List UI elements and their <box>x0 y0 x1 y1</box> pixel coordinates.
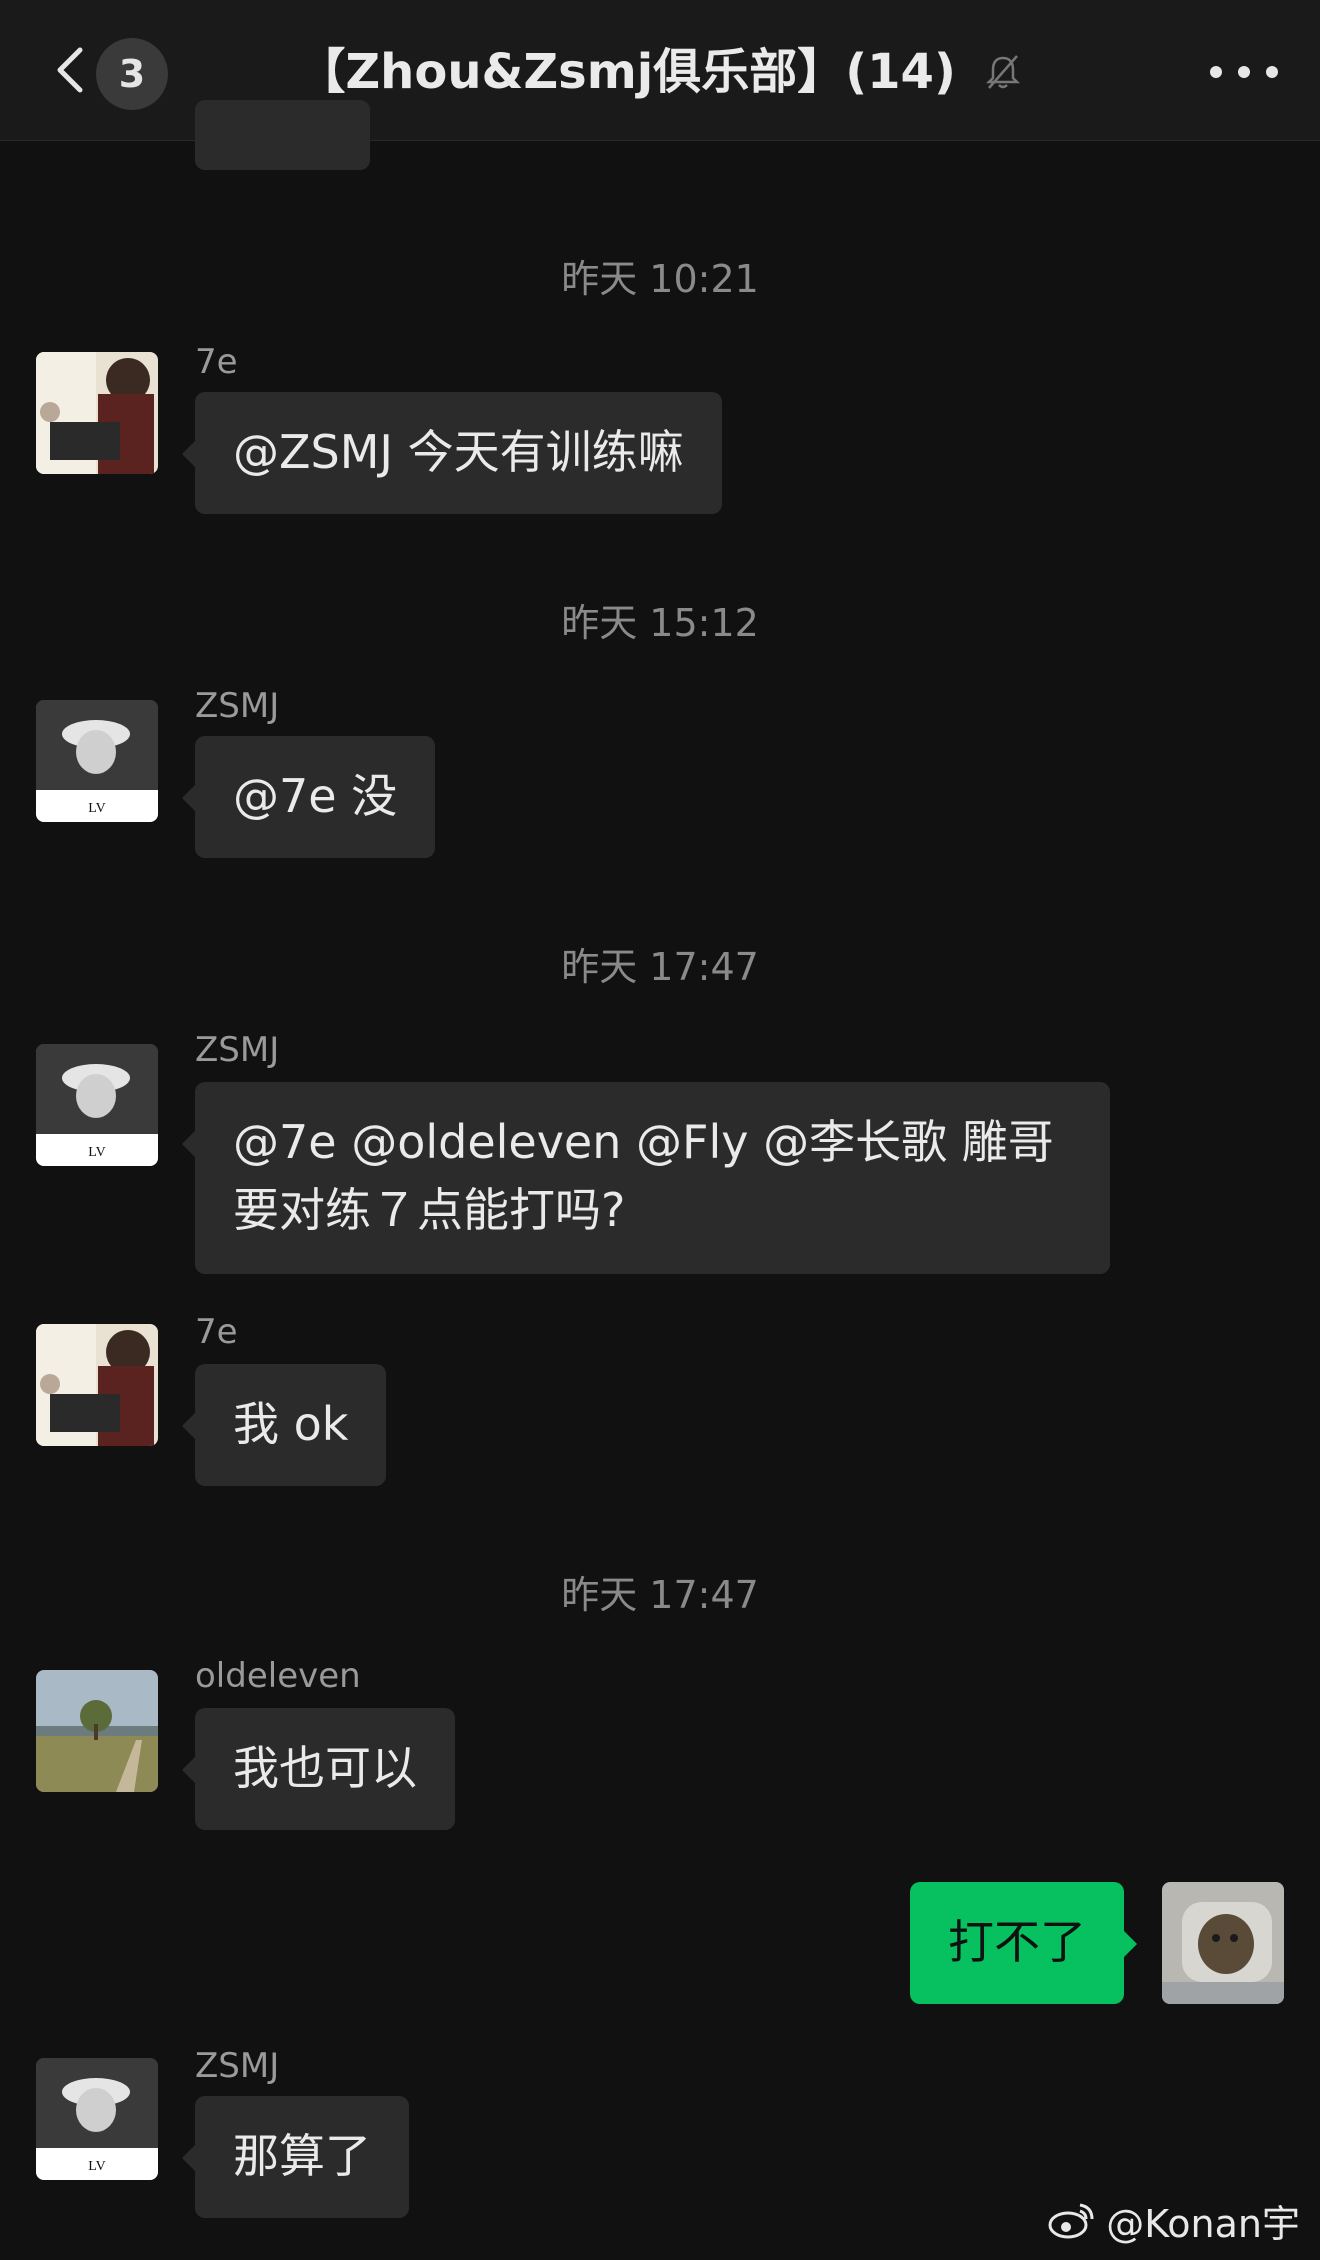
message-bubble[interactable]: @ZSMJ 今天有训练嘛 <box>182 392 722 514</box>
avatar-zsmj[interactable]: LV <box>36 1044 158 1166</box>
dot <box>1238 66 1250 78</box>
watermark-text: @Konan宇 <box>1106 2202 1300 2246</box>
message-text: 打不了 <box>948 1915 1086 1969</box>
svg-text:LV: LV <box>88 1145 105 1160</box>
message-bubble[interactable]: 那算了 <box>182 2096 409 2218</box>
my-message-bubble[interactable]: 打不了 <box>910 1882 1137 2004</box>
message-bubble[interactable]: @7e @oldeleven @Fly @李长歌 雕哥要对练７点能打吗? <box>182 1082 1110 1274</box>
avatar-7e-image <box>36 352 158 474</box>
mute-bell-icon <box>985 55 1020 89</box>
timestamp: 昨天 10:21 <box>561 257 759 301</box>
message-text: 我也可以 <box>233 1741 417 1795</box>
sender-name: ZSMJ <box>195 2046 280 2086</box>
svg-text:LV: LV <box>88 2159 105 2174</box>
message-text: 我 ok <box>233 1397 349 1451</box>
message-bubble[interactable]: @7e 没 <box>181 736 436 858</box>
avatar-oldeleven[interactable] <box>36 1670 158 1792</box>
avatar-7e[interactable] <box>36 1324 158 1446</box>
message-text: @ZSMJ 今天有训练嘛 <box>233 425 684 479</box>
avatar-7e[interactable] <box>36 352 158 474</box>
timestamp: 昨天 17:47 <box>561 1573 759 1617</box>
chevron-left-icon <box>57 47 83 93</box>
message-bubble[interactable]: 我也可以 <box>182 1708 455 1830</box>
previous-message-bubble[interactable] <box>195 100 370 170</box>
avatar-zsmj-image: LV <box>36 2058 158 2180</box>
sender-name: ZSMJ <box>195 1030 280 1070</box>
message-text: @7e @oldeleven @Fly @李长歌 雕哥要对练７点能打吗? <box>233 1115 1054 1237</box>
avatar-zsmj[interactable]: LV <box>36 2058 158 2180</box>
message-bubble[interactable]: 我 ok <box>181 1364 387 1486</box>
sender-name: oldeleven <box>195 1656 361 1696</box>
avatar-oldeleven-image <box>36 1670 158 1792</box>
avatar-self-image <box>1162 1882 1284 2004</box>
message-text: @7e 没 <box>233 769 398 823</box>
back-button[interactable] <box>42 40 102 100</box>
watermark: @Konan宇 <box>1048 2193 1300 2248</box>
timestamp: 昨天 17:47 <box>561 945 759 989</box>
sender-name: 7e <box>195 1312 238 1352</box>
timestamp: 昨天 15:12 <box>561 601 759 645</box>
dot <box>1210 66 1222 78</box>
message-text: 那算了 <box>233 2129 371 2183</box>
sender-name: ZSMJ <box>195 686 280 726</box>
avatar-zsmj-image: LV <box>36 700 158 822</box>
avatar-7e-image <box>36 1324 158 1446</box>
dot <box>1266 66 1278 78</box>
unread-count-badge[interactable]: 3 <box>96 38 168 110</box>
svg-text:LV: LV <box>88 801 105 816</box>
avatar-zsmj[interactable]: LV <box>36 700 158 822</box>
avatar-zsmj-image: LV <box>36 1044 158 1166</box>
weibo-icon <box>1048 2203 1094 2238</box>
sender-name: 7e <box>195 342 238 382</box>
more-options-button[interactable] <box>1210 46 1280 96</box>
chat-title-text: 【Zhou&Zsmj俱乐部】(14) <box>297 44 956 100</box>
avatar-self[interactable] <box>1162 1882 1284 2004</box>
chat-title: 【Zhou&Zsmj俱乐部】(14) <box>200 40 1120 104</box>
